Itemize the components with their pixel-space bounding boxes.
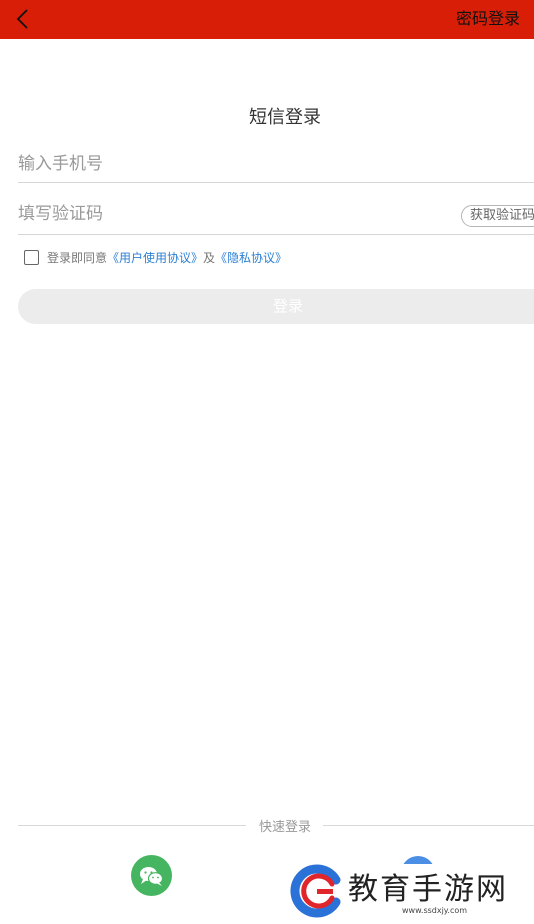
code-field: 获取验证码 [18, 204, 534, 235]
divider-line-left [18, 825, 246, 826]
password-login-link[interactable]: 密码登录 [456, 8, 520, 30]
agreement-checkbox[interactable] [24, 249, 39, 265]
watermark-url: www.ssdxjy.com [402, 906, 468, 915]
watermark-text: 教育手游网 [348, 872, 508, 907]
phone-field [18, 154, 534, 183]
user-agreement-link[interactable]: 《用户使用协议》 [107, 249, 203, 266]
phone-input[interactable] [18, 154, 438, 174]
divider-line-right [323, 825, 534, 826]
watermark: 教育手游网 www.ssdxjy.com [290, 858, 534, 920]
page-title: 短信登录 [249, 107, 321, 128]
wechat-login-button[interactable] [131, 855, 172, 896]
agreement-prefix: 登录即同意 [47, 250, 108, 265]
login-button[interactable]: 登录 [18, 289, 534, 324]
code-input[interactable] [18, 204, 438, 224]
watermark-logo-icon [290, 864, 344, 918]
quick-login-label: 快速登录 [258, 820, 311, 835]
agreement-conjunction: 及 [203, 250, 216, 265]
wechat-icon [140, 867, 164, 886]
privacy-link[interactable]: 《隐私协议》 [215, 249, 287, 266]
agreement-row: 登录即同意 《用户使用协议》 及 《隐私协议》 [24, 248, 287, 266]
get-code-button[interactable]: 获取验证码 [460, 205, 534, 227]
header-bar: 密码登录 [0, 0, 534, 39]
back-button[interactable] [10, 6, 38, 32]
chevron-left-icon [16, 9, 28, 29]
quick-login-divider: 快速登录 [18, 816, 534, 836]
